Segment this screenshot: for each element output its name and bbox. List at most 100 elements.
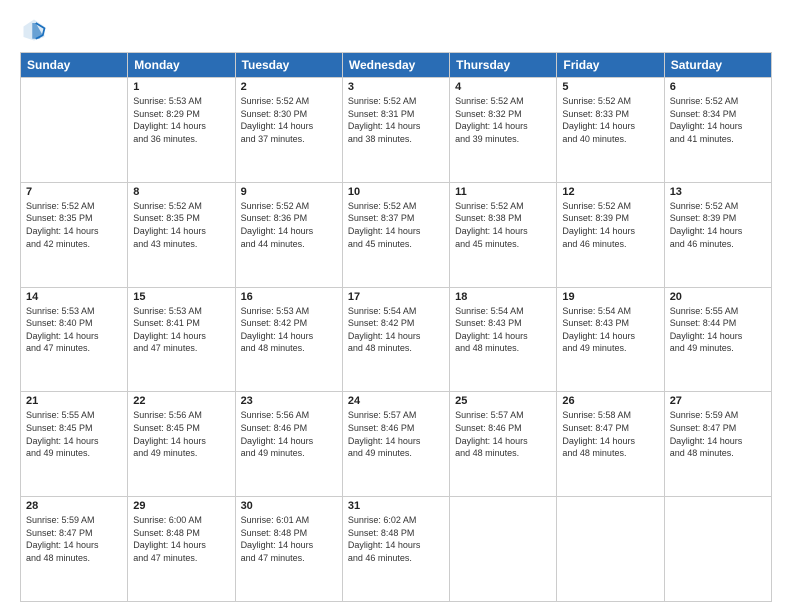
logo-icon xyxy=(20,16,48,44)
weekday-header-sunday: Sunday xyxy=(21,53,128,78)
day-number: 4 xyxy=(455,81,551,93)
logo xyxy=(20,16,52,44)
day-number: 11 xyxy=(455,186,551,198)
day-info: Sunrise: 5:57 AM Sunset: 8:46 PM Dayligh… xyxy=(455,409,551,459)
day-number: 27 xyxy=(670,395,766,407)
calendar-cell: 13 Sunrise: 5:52 AM Sunset: 8:39 PM Dayli… xyxy=(664,182,771,287)
day-info: Sunrise: 5:52 AM Sunset: 8:34 PM Dayligh… xyxy=(670,95,766,145)
day-info: Sunrise: 5:59 AM Sunset: 8:47 PM Dayligh… xyxy=(670,409,766,459)
day-number: 13 xyxy=(670,186,766,198)
day-number: 15 xyxy=(133,291,229,303)
calendar-cell: 12Sunrise: 5:52 AM Sunset: 8:39 PM Dayli… xyxy=(557,182,664,287)
day-number: 31 xyxy=(348,500,444,512)
weekday-header-saturday: Saturday xyxy=(664,53,771,78)
calendar-cell: 4 Sunrise: 5:52 AM Sunset: 8:32 PM Daylig… xyxy=(450,78,557,183)
calendar-cell: 23 Sunrise: 5:56 AM Sunset: 8:46 PM Dayli… xyxy=(235,392,342,497)
calendar-cell: 2 Sunrise: 5:52 AM Sunset: 8:30 PM Daylig… xyxy=(235,78,342,183)
day-number: 30 xyxy=(241,500,337,512)
weekday-header-tuesday: Tuesday xyxy=(235,53,342,78)
day-info: Sunrise: 5:57 AM Sunset: 8:46 PM Dayligh… xyxy=(348,409,444,459)
day-info: Sunrise: 5:54 AM Sunset: 8:43 PM Dayligh… xyxy=(562,305,658,355)
calendar-cell: 29 Sunrise: 6:00 AM Sunset: 8:48 PM Dayli… xyxy=(128,497,235,602)
calendar-table: SundayMondayTuesdayWednesdayThursdayFrid… xyxy=(20,52,772,602)
weekday-header-thursday: Thursday xyxy=(450,53,557,78)
day-info: Sunrise: 5:52 AM Sunset: 8:36 PM Dayligh… xyxy=(241,200,337,250)
calendar-cell: 1 Sunrise: 5:53 AM Sunset: 8:29 PM Daylig… xyxy=(128,78,235,183)
day-info: Sunrise: 5:52 AM Sunset: 8:32 PM Dayligh… xyxy=(455,95,551,145)
day-info: Sunrise: 5:56 AM Sunset: 8:45 PM Dayligh… xyxy=(133,409,229,459)
day-info: Sunrise: 5:54 AM Sunset: 8:43 PM Dayligh… xyxy=(455,305,551,355)
calendar-cell: 26Sunrise: 5:58 AM Sunset: 8:47 PM Dayli… xyxy=(557,392,664,497)
calendar-cell xyxy=(21,78,128,183)
day-info: Sunrise: 5:53 AM Sunset: 8:40 PM Dayligh… xyxy=(26,305,122,355)
page-header xyxy=(20,16,772,44)
day-info: Sunrise: 5:52 AM Sunset: 8:31 PM Dayligh… xyxy=(348,95,444,145)
day-info: Sunrise: 5:52 AM Sunset: 8:38 PM Dayligh… xyxy=(455,200,551,250)
day-number: 2 xyxy=(241,81,337,93)
calendar-cell: 6 Sunrise: 5:52 AM Sunset: 8:34 PM Daylig… xyxy=(664,78,771,183)
day-info: Sunrise: 5:52 AM Sunset: 8:39 PM Dayligh… xyxy=(670,200,766,250)
calendar-cell: 7Sunrise: 5:52 AM Sunset: 8:35 PM Daylig… xyxy=(21,182,128,287)
day-number: 14 xyxy=(26,291,122,303)
day-number: 12 xyxy=(562,186,658,198)
calendar-cell: 19 Sunrise: 5:54 AM Sunset: 8:43 PM Dayli… xyxy=(557,287,664,392)
calendar-cell xyxy=(450,497,557,602)
calendar-cell: 20 Sunrise: 5:55 AM Sunset: 8:44 PM Dayli… xyxy=(664,287,771,392)
day-info: Sunrise: 6:02 AM Sunset: 8:48 PM Dayligh… xyxy=(348,514,444,564)
day-info: Sunrise: 5:54 AM Sunset: 8:42 PM Dayligh… xyxy=(348,305,444,355)
day-info: Sunrise: 5:52 AM Sunset: 8:35 PM Dayligh… xyxy=(133,200,229,250)
day-info: Sunrise: 5:53 AM Sunset: 8:29 PM Dayligh… xyxy=(133,95,229,145)
day-number: 17 xyxy=(348,291,444,303)
day-number: 9 xyxy=(241,186,337,198)
calendar-cell: 17 Sunrise: 5:54 AM Sunset: 8:42 PM Dayli… xyxy=(342,287,449,392)
weekday-header-wednesday: Wednesday xyxy=(342,53,449,78)
calendar-cell: 3 Sunrise: 5:52 AM Sunset: 8:31 PM Daylig… xyxy=(342,78,449,183)
calendar-cell: 25 Sunrise: 5:57 AM Sunset: 8:46 PM Dayli… xyxy=(450,392,557,497)
day-number: 6 xyxy=(670,81,766,93)
calendar-cell: 22 Sunrise: 5:56 AM Sunset: 8:45 PM Dayli… xyxy=(128,392,235,497)
day-number: 18 xyxy=(455,291,551,303)
day-number: 20 xyxy=(670,291,766,303)
calendar-cell: 18 Sunrise: 5:54 AM Sunset: 8:43 PM Dayli… xyxy=(450,287,557,392)
week-row-2: 7 Sunrise: 5:52 AM Sunset: 8:35 PM Daylig… xyxy=(21,182,772,287)
week-row-4: 21Sunrise: 5:55 AM Sunset: 8:45 PM Dayli… xyxy=(21,392,772,497)
day-number: 22 xyxy=(133,395,229,407)
day-number: 1 xyxy=(133,81,229,93)
weekday-header-row: SundayMondayTuesdayWednesdayThursdayFrid… xyxy=(21,53,772,78)
day-info: Sunrise: 6:01 AM Sunset: 8:48 PM Dayligh… xyxy=(241,514,337,564)
weekday-header-friday: Friday xyxy=(557,53,664,78)
calendar-cell: 9 Sunrise: 5:52 AM Sunset: 8:36 PM Daylig… xyxy=(235,182,342,287)
day-number: 25 xyxy=(455,395,551,407)
day-number: 19 xyxy=(562,291,658,303)
day-info: Sunrise: 5:55 AM Sunset: 8:45 PM Dayligh… xyxy=(26,409,122,459)
week-row-1: 1 Sunrise: 5:53 AM Sunset: 8:29 PM Daylig… xyxy=(21,78,772,183)
day-number: 3 xyxy=(348,81,444,93)
calendar-cell xyxy=(664,497,771,602)
day-number: 23 xyxy=(241,395,337,407)
day-info: Sunrise: 6:00 AM Sunset: 8:48 PM Dayligh… xyxy=(133,514,229,564)
day-number: 26 xyxy=(562,395,658,407)
day-number: 29 xyxy=(133,500,229,512)
day-info: Sunrise: 5:52 AM Sunset: 8:30 PM Dayligh… xyxy=(241,95,337,145)
calendar-cell: 5Sunrise: 5:52 AM Sunset: 8:33 PM Daylig… xyxy=(557,78,664,183)
day-number: 10 xyxy=(348,186,444,198)
calendar-cell: 11 Sunrise: 5:52 AM Sunset: 8:38 PM Dayli… xyxy=(450,182,557,287)
day-number: 7 xyxy=(26,186,122,198)
calendar-cell: 24 Sunrise: 5:57 AM Sunset: 8:46 PM Dayli… xyxy=(342,392,449,497)
day-info: Sunrise: 5:55 AM Sunset: 8:44 PM Dayligh… xyxy=(670,305,766,355)
day-number: 16 xyxy=(241,291,337,303)
day-number: 8 xyxy=(133,186,229,198)
calendar-cell: 16 Sunrise: 5:53 AM Sunset: 8:42 PM Dayli… xyxy=(235,287,342,392)
day-info: Sunrise: 5:52 AM Sunset: 8:33 PM Dayligh… xyxy=(562,95,658,145)
day-number: 24 xyxy=(348,395,444,407)
weekday-header-monday: Monday xyxy=(128,53,235,78)
calendar-cell: 10 Sunrise: 5:52 AM Sunset: 8:37 PM Dayli… xyxy=(342,182,449,287)
day-info: Sunrise: 5:56 AM Sunset: 8:46 PM Dayligh… xyxy=(241,409,337,459)
day-info: Sunrise: 5:52 AM Sunset: 8:37 PM Dayligh… xyxy=(348,200,444,250)
day-info: Sunrise: 5:59 AM Sunset: 8:47 PM Dayligh… xyxy=(26,514,122,564)
calendar-cell xyxy=(557,497,664,602)
calendar-cell: 8 Sunrise: 5:52 AM Sunset: 8:35 PM Daylig… xyxy=(128,182,235,287)
day-info: Sunrise: 5:53 AM Sunset: 8:41 PM Dayligh… xyxy=(133,305,229,355)
calendar-body: 1 Sunrise: 5:53 AM Sunset: 8:29 PM Daylig… xyxy=(21,78,772,602)
day-info: Sunrise: 5:53 AM Sunset: 8:42 PM Dayligh… xyxy=(241,305,337,355)
